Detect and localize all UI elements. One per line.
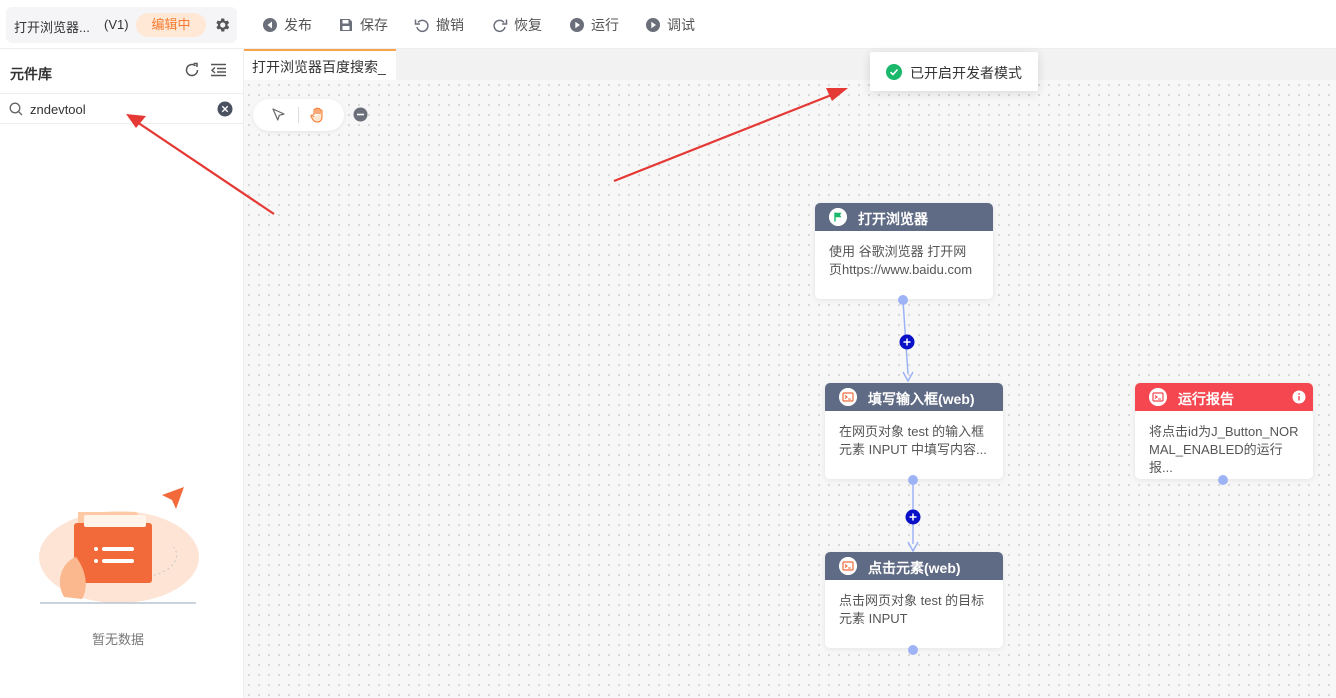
project-name: 打开浏览器... (14, 20, 90, 35)
terminal-icon (839, 388, 857, 406)
run-button[interactable]: 运行 (569, 16, 619, 34)
canvas-mode-switch (253, 99, 344, 131)
debug-icon (646, 18, 660, 32)
redo-icon (493, 19, 508, 33)
redo-button[interactable]: 恢复 (492, 16, 542, 34)
top-toolbar: 打开浏览器... (V1) 编辑中 发布 保存 撤销 恢复 运行 调试 (0, 0, 1336, 49)
node-header: 打开浏览器 (815, 203, 993, 231)
search-icon (9, 102, 23, 116)
flag-icon (829, 208, 847, 226)
project-version: (V1) (104, 17, 129, 32)
gear-icon[interactable] (213, 16, 231, 34)
tab-bar: 打开浏览器百度搜索_ (244, 49, 1336, 80)
divider (298, 107, 299, 123)
node-description: 在网页对象 test 的输入框 元素 INPUT 中填写内容... (839, 424, 987, 457)
collapse-icon[interactable] (210, 62, 227, 78)
node-title: 点击元素(web) (868, 560, 961, 576)
tab-flow[interactable]: 打开浏览器百度搜索_ (244, 49, 396, 80)
node-header: 点击元素(web) (825, 552, 1003, 580)
empty-folder-illustration (39, 487, 199, 604)
save-icon (340, 19, 352, 31)
terminal-icon (839, 557, 857, 575)
output-port[interactable] (1217, 474, 1229, 486)
debug-button[interactable]: 调试 (645, 16, 695, 34)
output-port[interactable] (907, 474, 919, 486)
project-selector[interactable]: 打开浏览器... (V1) 编辑中 (6, 7, 237, 43)
search-bar (0, 93, 243, 124)
node-description: 将点击id为J_Button_NOR MAL_ENABLED的运行报... (1149, 424, 1299, 475)
node-title: 填写输入框(web) (868, 391, 975, 407)
terminal-icon (1149, 388, 1167, 406)
pointer-icon[interactable] (271, 107, 287, 123)
node-header: 运行报告 (1135, 383, 1313, 411)
output-port[interactable] (907, 644, 919, 656)
component-library-panel: 元件库 暂无数据 (0, 49, 244, 698)
add-step-button[interactable] (899, 334, 915, 350)
hand-icon[interactable] (309, 106, 326, 123)
flow-node-click-element[interactable]: 点击元素(web) 点击网页对象 test 的目标 元素 INPUT (825, 552, 1003, 648)
search-input[interactable] (30, 100, 210, 118)
flow-node-fill-input[interactable]: 填写输入框(web) 在网页对象 test 的输入框 元素 INPUT 中填写内… (825, 383, 1003, 479)
node-description: 使用 谷歌浏览器 打开网 页https://www.baidu.com (829, 244, 973, 277)
node-title: 打开浏览器 (858, 211, 928, 227)
empty-state-text: 暂无数据 (91, 632, 144, 647)
node-title: 运行报告 (1178, 391, 1234, 407)
flow-node-run-report[interactable]: 运行报告 将点击id为J_Button_NOR MAL_ENABLED的运行报.… (1135, 383, 1313, 479)
undo-icon (414, 19, 429, 33)
status-badge: 编辑中 (136, 13, 206, 37)
zoom-out-icon[interactable] (353, 107, 368, 122)
save-button[interactable]: 保存 (338, 16, 388, 34)
notification-toast: 已开启开发者模式 (870, 52, 1038, 91)
add-step-button[interactable] (905, 509, 921, 525)
toast-message: 已开启开发者模式 (910, 65, 1022, 81)
run-icon (570, 18, 584, 32)
publish-button[interactable]: 发布 (262, 16, 312, 34)
clear-icon[interactable] (217, 101, 233, 117)
info-icon[interactable] (1292, 390, 1306, 404)
node-header: 填写输入框(web) (825, 383, 1003, 411)
check-icon (886, 64, 902, 80)
flow-node-open-browser[interactable]: 打开浏览器 使用 谷歌浏览器 打开网 页https://www.baidu.co… (815, 203, 993, 299)
panel-title: 元件库 (10, 66, 52, 82)
output-port[interactable] (897, 294, 909, 306)
publish-icon (263, 18, 277, 32)
node-description: 点击网页对象 test 的目标 元素 INPUT (839, 593, 985, 626)
undo-button[interactable]: 撤销 (414, 16, 464, 34)
refresh-icon[interactable] (184, 62, 200, 78)
